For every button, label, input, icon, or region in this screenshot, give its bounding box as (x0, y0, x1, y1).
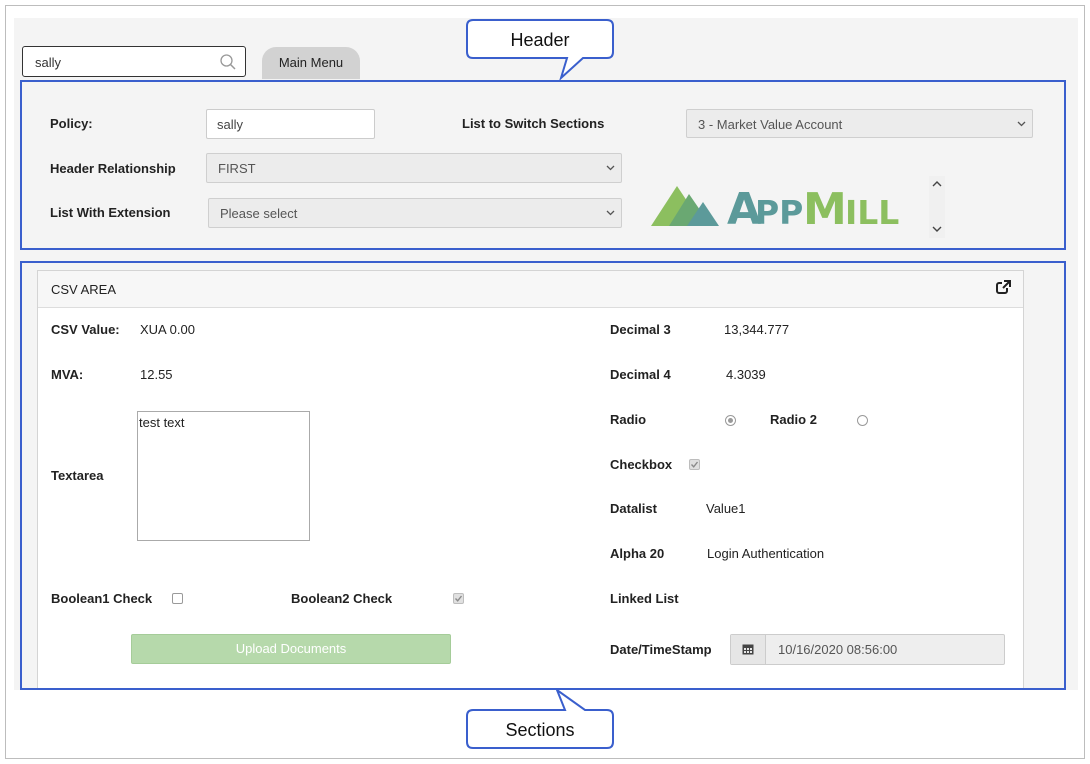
datetime-field[interactable]: 10/16/2020 08:56:00 (730, 634, 1005, 665)
checkbox-label: Checkbox (610, 457, 673, 472)
boolean2-checkbox[interactable] (453, 593, 464, 604)
calendar-icon (742, 644, 754, 655)
sections-callout-text: Sections (505, 720, 575, 740)
chevron-down-icon (606, 210, 615, 216)
header-callout-text: Header (510, 30, 570, 50)
decimal4-label: Decimal 4 (610, 367, 671, 382)
search-input[interactable] (33, 53, 213, 71)
alpha20-value: Login Authentication (707, 546, 825, 561)
alpha20-label: Alpha 20 (610, 546, 665, 561)
logo-scrollbar[interactable] (929, 176, 945, 238)
chevron-down-icon (606, 165, 615, 171)
datetime-label: Date/TimeStamp (610, 642, 712, 657)
list-extension-value: Please select (220, 206, 298, 221)
boolean1-checkbox[interactable] (172, 593, 183, 604)
boolean1-label: Boolean1 Check (51, 591, 153, 606)
appmill-logo: A PP M ILL (651, 184, 899, 230)
textarea-field[interactable]: test text (137, 411, 310, 541)
radio-button[interactable] (725, 415, 736, 426)
switch-sections-value: 3 - Market Value Account (698, 117, 843, 132)
svg-text:ILL: ILL (845, 193, 899, 230)
calendar-button[interactable] (731, 635, 766, 664)
list-extension-label: List With Extension (50, 205, 171, 220)
header-relationship-value: FIRST (218, 161, 256, 176)
main-menu-tab[interactable]: Main Menu (262, 47, 360, 79)
header-relationship-label: Header Relationship (50, 161, 176, 176)
datetime-value: 10/16/2020 08:56:00 (778, 642, 898, 657)
switch-sections-select[interactable]: 3 - Market Value Account (686, 109, 1033, 138)
radio2-label: Radio 2 (770, 412, 817, 427)
decimal3-value: 13,344.777 (724, 322, 790, 337)
search-box[interactable] (22, 46, 246, 77)
upload-documents-button[interactable]: Upload Documents (131, 634, 451, 664)
list-extension-select[interactable]: Please select (208, 198, 622, 228)
mva-label: MVA: (51, 367, 84, 382)
switch-sections-label: List to Switch Sections (462, 116, 605, 131)
datalist-label: Datalist (610, 501, 657, 516)
check-icon (454, 595, 463, 602)
datalist-value[interactable]: Value1 (706, 501, 746, 516)
search-icon[interactable] (219, 53, 237, 71)
chevron-up-icon[interactable] (932, 180, 942, 187)
boolean2-label: Boolean2 Check (291, 591, 393, 606)
chevron-down-icon[interactable] (932, 226, 942, 233)
radio-label: Radio (610, 412, 647, 427)
csv-value-label: CSV Value: (51, 322, 120, 337)
check-icon (690, 461, 699, 468)
chevron-down-icon (1017, 121, 1026, 127)
radio2-button[interactable] (857, 415, 868, 426)
svg-text:M: M (803, 184, 847, 230)
textarea-label: Textarea (51, 468, 104, 483)
checkbox-field[interactable] (689, 459, 700, 470)
decimal3-label: Decimal 3 (610, 322, 671, 337)
mva-value: 12.55 (140, 367, 173, 382)
policy-label: Policy: (50, 116, 93, 131)
csv-value: XUA 0.00 (140, 322, 195, 337)
header-relationship-select[interactable]: FIRST (206, 153, 622, 183)
policy-input[interactable]: sally (206, 109, 375, 139)
svg-text:PP: PP (755, 193, 803, 230)
decimal4-value: 4.3039 (726, 367, 766, 382)
linked-list-label: Linked List (610, 591, 679, 606)
